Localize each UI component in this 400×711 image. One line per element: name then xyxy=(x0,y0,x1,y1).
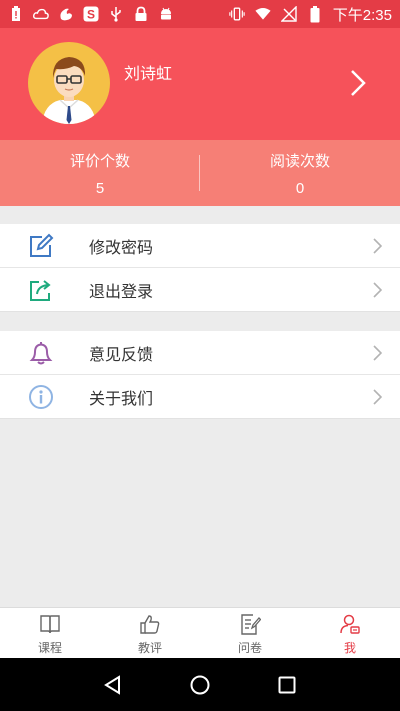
lock-icon xyxy=(133,6,149,22)
chevron-right-icon[interactable] xyxy=(348,68,368,98)
chevron-right-icon xyxy=(373,282,382,298)
no-signal-icon xyxy=(280,6,297,22)
android-icon xyxy=(158,6,174,22)
cloud-icon xyxy=(33,6,49,22)
divider xyxy=(199,155,200,191)
tab-survey[interactable]: 问卷 xyxy=(200,608,300,658)
usb-icon xyxy=(108,6,124,22)
recents-icon[interactable] xyxy=(276,674,298,696)
info-icon xyxy=(29,385,53,409)
tab-label: 教评 xyxy=(137,641,162,655)
tab-evaluation[interactable]: 教评 xyxy=(100,608,200,658)
menu-group-misc: 意见反馈 关于我们 xyxy=(0,331,400,419)
wifi-icon xyxy=(255,6,271,22)
battery-icon xyxy=(307,5,323,22)
chevron-right-icon xyxy=(373,238,382,254)
menu-item-about[interactable]: 关于我们 xyxy=(0,375,400,419)
logout-icon xyxy=(30,280,51,301)
sogou-input-icon: S xyxy=(83,6,99,22)
survey-icon xyxy=(241,614,261,635)
book-icon xyxy=(40,615,60,634)
menu-item-label: 退出登录 xyxy=(89,281,154,301)
thumbs-up-icon xyxy=(140,615,160,634)
svg-text:S: S xyxy=(87,8,95,22)
menu-item-label: 修改密码 xyxy=(89,237,154,257)
tab-me[interactable]: 我 xyxy=(300,608,400,658)
tab-label: 课程 xyxy=(37,641,62,655)
tab-label: 我 xyxy=(343,641,356,655)
chevron-right-icon xyxy=(373,345,382,361)
uc-browser-icon xyxy=(58,6,74,22)
profile-header[interactable]: 刘诗虹 xyxy=(0,28,400,140)
avatar[interactable] xyxy=(28,42,110,124)
user-icon xyxy=(340,614,360,634)
stats-bar: 评价个数 5 阅读次数 0 xyxy=(0,140,400,206)
bell-icon xyxy=(29,342,53,365)
bottom-tab-bar: 课程 教评 问卷 我 xyxy=(0,607,400,658)
menu-item-label: 意见反馈 xyxy=(89,344,154,364)
stat-value: 0 xyxy=(295,179,305,197)
menu-item-label: 关于我们 xyxy=(89,388,154,408)
chevron-right-icon xyxy=(373,389,382,405)
system-nav-bar xyxy=(0,658,400,711)
menu-item-logout[interactable]: 退出登录 xyxy=(0,268,400,312)
back-icon[interactable] xyxy=(102,674,124,696)
clock: 下午2:35 xyxy=(332,6,392,24)
vibrate-icon xyxy=(229,6,245,22)
tab-label: 问卷 xyxy=(237,641,262,655)
menu-item-change-password[interactable]: 修改密码 xyxy=(0,224,400,268)
home-icon[interactable] xyxy=(189,674,211,696)
menu-group-account: 修改密码 退出登录 xyxy=(0,224,400,312)
edit-icon xyxy=(30,233,54,257)
stat-reviews: 评价个数 5 xyxy=(0,140,200,206)
stat-label: 评价个数 xyxy=(69,151,130,170)
tab-course[interactable]: 课程 xyxy=(0,608,100,658)
stat-label: 阅读次数 xyxy=(269,151,330,170)
menu-item-feedback[interactable]: 意见反馈 xyxy=(0,331,400,375)
stat-reads: 阅读次数 0 xyxy=(200,140,400,206)
username: 刘诗虹 xyxy=(124,64,173,83)
battery-alert-icon xyxy=(8,6,24,22)
stat-value: 5 xyxy=(95,179,105,197)
status-bar: S 下午2:35 xyxy=(0,0,400,28)
